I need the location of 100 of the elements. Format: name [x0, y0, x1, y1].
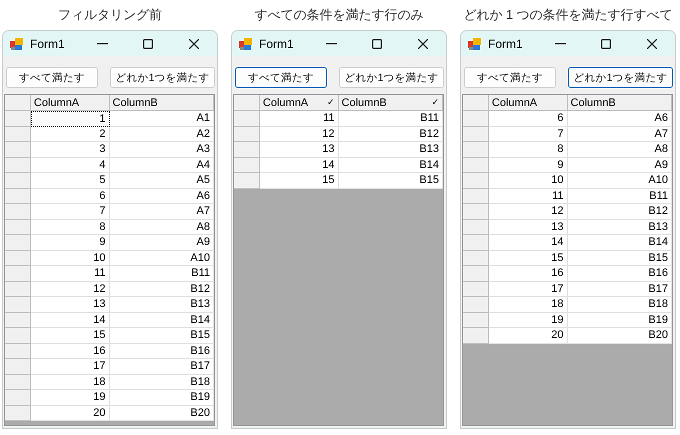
row-header[interactable] [463, 250, 489, 266]
table-cell: 13 [488, 220, 568, 235]
row-header[interactable] [234, 126, 260, 142]
row-header[interactable] [5, 390, 31, 406]
table-cell: 5 [30, 173, 110, 188]
row-header[interactable] [5, 282, 31, 297]
filter-mark: ✓ [326, 97, 335, 108]
row-header[interactable] [5, 204, 31, 220]
row-header[interactable] [234, 173, 260, 188]
table-cell: 8 [488, 142, 568, 158]
maximize-icon[interactable] [372, 38, 382, 48]
table-cell: B12 [338, 126, 443, 142]
minimize-icon[interactable] [554, 42, 566, 44]
caption: どれか 1 つの条件を満たす行すべて [462, 6, 674, 24]
column-header[interactable]: ColumnA [30, 95, 110, 111]
row-header[interactable] [5, 312, 31, 328]
column-header[interactable]: ColumnB ✓ [338, 95, 444, 111]
row-header[interactable] [463, 220, 489, 235]
row-header[interactable] [463, 312, 489, 328]
row-header[interactable] [5, 173, 31, 188]
row-header[interactable] [463, 173, 489, 188]
table-cell: 11 [30, 266, 110, 282]
table-cell: B17 [568, 282, 672, 297]
row-header[interactable] [5, 266, 31, 282]
table-cell: B19 [568, 312, 672, 328]
table-cell: A3 [110, 142, 214, 158]
row-header[interactable] [463, 235, 489, 250]
maximize-icon[interactable] [143, 38, 153, 48]
window-title: Form1 [488, 36, 524, 50]
minimize-icon[interactable] [326, 42, 336, 44]
table-cell: A1 [110, 111, 214, 126]
close-icon[interactable] [189, 38, 199, 48]
row-header[interactable] [463, 328, 489, 344]
row-header[interactable] [463, 142, 489, 158]
row-header[interactable] [463, 297, 489, 312]
table-cell: 2 [30, 126, 110, 142]
row-header[interactable] [5, 126, 31, 142]
window-title: Form1 [259, 36, 295, 50]
row-header[interactable] [463, 126, 489, 142]
table-cell: B16 [568, 266, 672, 282]
table-cell: 7 [488, 126, 568, 142]
row-header[interactable] [5, 158, 31, 173]
table-cell: A2 [110, 126, 214, 142]
table-cell: 12 [30, 282, 110, 297]
table-cell: 17 [30, 359, 110, 374]
column-header[interactable]: ColumnA ✓ [260, 95, 339, 111]
row-header[interactable] [234, 142, 260, 158]
row-header[interactable] [5, 220, 31, 235]
row-header[interactable] [5, 328, 31, 344]
column-header[interactable]: ColumnB [110, 95, 214, 111]
row-header[interactable] [5, 297, 31, 312]
row-header[interactable] [463, 158, 489, 173]
table-cell: 20 [488, 328, 568, 344]
minimize-icon[interactable] [96, 42, 108, 44]
table-cell: 20 [30, 406, 110, 421]
column-header[interactable]: ColumnB [568, 95, 672, 111]
maximize-icon[interactable] [601, 38, 611, 48]
corner-header [463, 95, 489, 111]
table-cell: B17 [110, 359, 214, 374]
row-header[interactable] [5, 406, 31, 421]
table-cell: A8 [110, 220, 214, 235]
table-cell: 17 [488, 282, 568, 297]
row-header[interactable] [5, 374, 31, 390]
caption: フィルタリング前 [57, 6, 163, 24]
column-label: ColumnB [112, 96, 158, 108]
table-cell: B11 [338, 111, 443, 126]
row-header[interactable] [234, 158, 260, 173]
app-icon [10, 36, 24, 50]
column-header[interactable]: ColumnA [488, 95, 568, 111]
row-header[interactable] [234, 111, 260, 126]
close-icon[interactable] [647, 38, 657, 48]
match-all-button[interactable]: すべて満たす [235, 67, 327, 88]
table-cell: B11 [110, 266, 214, 282]
row-header[interactable] [463, 266, 489, 282]
row-header[interactable] [5, 344, 31, 359]
table-cell: 13 [260, 142, 339, 158]
row-header[interactable] [5, 188, 31, 204]
table-cell: 14 [260, 158, 339, 173]
row-header[interactable] [5, 142, 31, 158]
row-header[interactable] [463, 188, 489, 204]
row-header[interactable] [463, 282, 489, 297]
match-all-button[interactable]: すべて満たす [464, 67, 556, 88]
table-cell: B13 [338, 142, 443, 158]
row-header[interactable] [463, 204, 489, 220]
row-header[interactable] [5, 111, 31, 126]
column-label: ColumnA [262, 96, 308, 108]
row-header[interactable] [463, 111, 489, 126]
match-all-button[interactable]: すべて満たす [6, 67, 98, 88]
match-any-button[interactable]: どれか1つを満たす [568, 67, 673, 88]
row-header[interactable] [5, 250, 31, 266]
row-header[interactable] [5, 359, 31, 374]
app-icon [468, 36, 482, 50]
column-label: ColumnB [342, 96, 387, 108]
row-header[interactable] [5, 235, 31, 250]
match-any-button[interactable]: どれか1つを満たす [110, 67, 215, 88]
table-cell: 11 [488, 188, 568, 204]
close-icon[interactable] [418, 38, 428, 48]
table-cell: B16 [110, 344, 214, 359]
table-cell: 14 [30, 312, 110, 328]
match-any-button[interactable]: どれか1つを満たす [339, 67, 444, 88]
